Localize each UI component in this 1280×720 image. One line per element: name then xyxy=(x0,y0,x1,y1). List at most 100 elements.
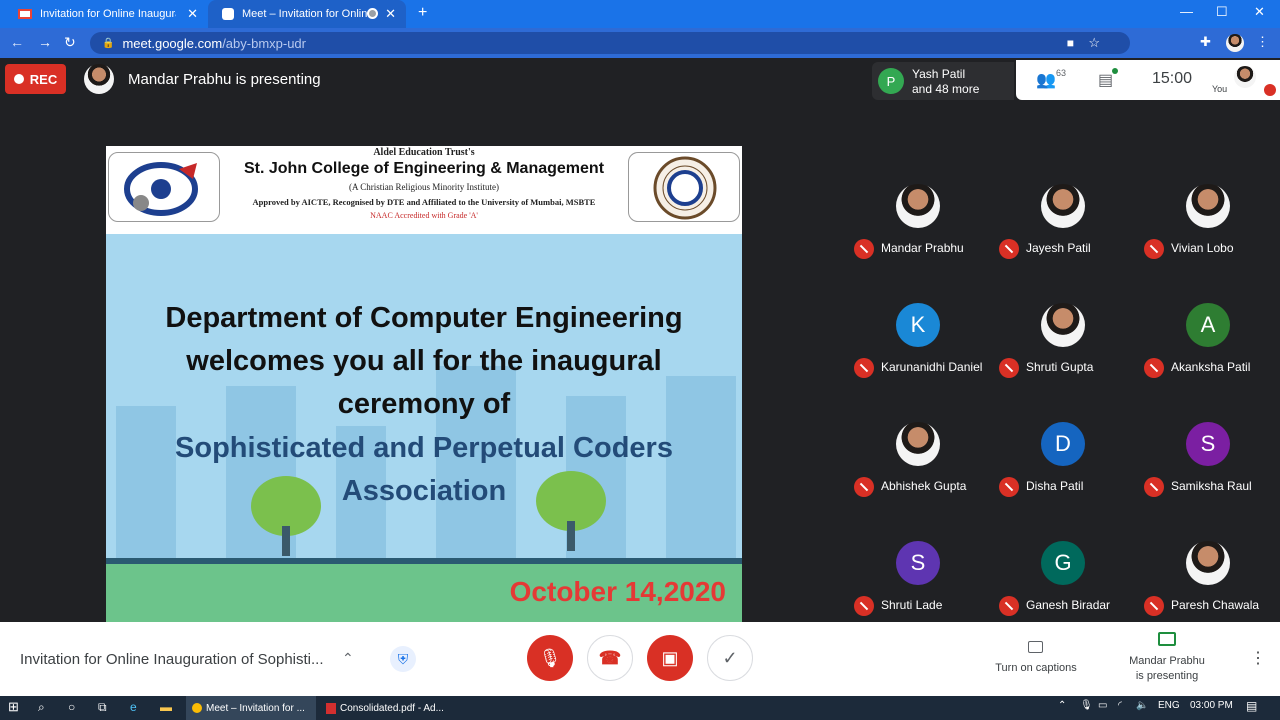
notifications-icon[interactable]: ▤ xyxy=(1246,699,1257,713)
battery-icon[interactable]: ▭ xyxy=(1098,700,1107,711)
url-bar[interactable]: 🔒 meet.google.com/aby-bmxp-udr ■ ☆ xyxy=(90,32,1130,54)
captions-icon[interactable] xyxy=(1028,641,1043,653)
maximize-icon[interactable]: ☐ xyxy=(1216,4,1228,20)
participant-tile[interactable]: K Karunanidhi Daniel xyxy=(846,265,991,384)
muted-mic-icon xyxy=(999,477,1019,497)
language-indicator[interactable]: ENG xyxy=(1158,700,1180,711)
close-tab-icon[interactable]: ✕ xyxy=(385,6,396,22)
menu-kebab-icon[interactable]: ⋮ xyxy=(1256,34,1269,50)
chat-icon[interactable]: ▤ xyxy=(1098,70,1113,90)
new-tab-icon[interactable]: + xyxy=(418,4,427,22)
wifi-icon[interactable]: ◜ xyxy=(1118,700,1122,711)
profile-avatar[interactable] xyxy=(1226,34,1244,52)
presenting-line-1[interactable]: Mandar Prabhu xyxy=(1116,655,1218,667)
slide-line-1: Department of Computer Engineering xyxy=(165,302,683,334)
you-label: You xyxy=(1212,84,1228,94)
participant-tile[interactable]: G Ganesh Biradar xyxy=(991,503,1136,622)
leave-call-button[interactable]: ☎ xyxy=(587,635,633,681)
checkmark-button[interactable]: ✓ xyxy=(707,635,753,681)
department-logo xyxy=(628,152,740,222)
presenting-line-2[interactable]: is presenting xyxy=(1116,670,1218,682)
participant-name: Ganesh Biradar xyxy=(1026,598,1111,612)
muted-mic-icon xyxy=(1144,477,1164,497)
star-icon[interactable]: ☆ xyxy=(1088,35,1100,51)
present-screen-icon[interactable] xyxy=(1158,632,1176,646)
college-name: St. John College of Engineering & Manage… xyxy=(243,160,605,177)
camera-off-button[interactable]: ▣ xyxy=(647,635,693,681)
muted-mic-icon xyxy=(999,239,1019,259)
participant-tile[interactable]: Jayesh Patil xyxy=(991,146,1136,265)
taskbar-app-label: Meet – Invitation for ... xyxy=(206,702,305,714)
tab-title: Invitation for Online Inaugural Ce xyxy=(40,8,176,20)
windows-start-icon[interactable]: ⊞ xyxy=(8,699,19,715)
volume-muted-icon[interactable]: 🔈 xyxy=(1136,700,1148,711)
cortana-icon[interactable]: ○ xyxy=(68,700,75,714)
muted-mic-icon xyxy=(854,239,874,259)
participant-avatar xyxy=(1186,541,1230,585)
address-toolbar: ← → ↻ 🔒 meet.google.com/aby-bmxp-udr ■ ☆… xyxy=(0,28,1280,58)
people-icon[interactable]: 👥 xyxy=(1036,70,1056,90)
slide-line-3: ceremony of xyxy=(337,388,511,420)
participant-avatar xyxy=(1041,303,1085,347)
more-options-icon[interactable]: ⋮ xyxy=(1250,648,1266,668)
participant-avatar: A xyxy=(1186,303,1230,347)
slide-header: Aldel Education Trust's St. John College… xyxy=(106,146,742,234)
url-path: /aby-bmxp-udr xyxy=(222,35,306,51)
close-tab-icon[interactable]: ✕ xyxy=(187,6,198,22)
edge-icon[interactable]: e xyxy=(130,700,137,714)
chevron-up-icon[interactable]: ⌃ xyxy=(342,650,354,667)
approval-note: Approved by AICTE, Recognised by DTE and… xyxy=(252,197,596,207)
muted-mic-icon xyxy=(999,358,1019,378)
gmail-icon xyxy=(18,9,32,19)
participant-tile[interactable]: Shruti Gupta xyxy=(991,265,1136,384)
mic-off-button[interactable]: 🎙 xyxy=(527,635,573,681)
back-icon[interactable]: ← xyxy=(10,34,24,50)
check-icon: ✓ xyxy=(722,647,738,668)
windows-taskbar: ⊞ ⌕ ○ ⧉ e ▬ Meet – Invitation for ... Co… xyxy=(0,696,1280,720)
participant-tile[interactable]: A Akanksha Patil xyxy=(1136,265,1280,384)
reload-icon[interactable]: ↻ xyxy=(64,34,76,51)
close-window-icon[interactable]: ✕ xyxy=(1254,4,1265,20)
participant-tile[interactable]: S Samiksha Raul xyxy=(1136,384,1280,503)
tab-meet-active[interactable]: Meet – Invitation for Online I ✕ xyxy=(208,0,406,28)
tray-chevron-icon[interactable]: ⌃ xyxy=(1058,700,1066,711)
self-avatar xyxy=(1234,66,1256,88)
taskbar-app-acrobat[interactable]: Consolidated.pdf - Ad... xyxy=(320,696,450,720)
file-explorer-icon[interactable]: ▬ xyxy=(160,700,172,714)
participant-tile[interactable]: Abhishek Gupta xyxy=(846,384,991,503)
chat-unread-dot xyxy=(1112,68,1118,74)
taskbar-app-chrome[interactable]: Meet – Invitation for ... xyxy=(186,696,316,720)
participant-tile[interactable]: D Disha Patil xyxy=(991,384,1136,503)
participant-tile[interactable]: S Shruti Lade xyxy=(846,503,991,622)
task-view-icon[interactable]: ⧉ xyxy=(98,700,107,715)
camera-icon[interactable]: ■ xyxy=(1067,36,1074,50)
others-name: Yash Patil xyxy=(912,67,966,81)
captions-button[interactable]: Turn on captions xyxy=(986,662,1086,674)
extensions-icon[interactable]: ✚ xyxy=(1200,34,1211,50)
minimize-icon[interactable]: — xyxy=(1180,4,1193,19)
participant-avatar: K xyxy=(896,303,940,347)
rec-badge: REC xyxy=(5,64,66,94)
participant-name: Karunanidhi Daniel xyxy=(881,360,983,374)
host-shield-icon[interactable]: ⛨ xyxy=(390,646,416,672)
trust-name: Aldel Education Trust's xyxy=(373,147,475,158)
others-more: and 48 more xyxy=(912,82,980,96)
pdf-icon xyxy=(326,702,336,714)
meeting-details[interactable]: Invitation for Online Inauguration of So… xyxy=(20,651,324,668)
participant-avatar xyxy=(1186,184,1230,228)
naac-note: NAAC Accredited with Grade 'A' xyxy=(370,211,478,220)
taskbar-clock[interactable]: 03:00 PM xyxy=(1190,700,1233,711)
minority-note: (A Christian Religious Minority Institut… xyxy=(349,182,499,192)
forward-icon[interactable]: → xyxy=(38,34,52,50)
search-icon[interactable]: ⌕ xyxy=(38,700,45,715)
other-participants-chip[interactable]: P Yash Patil and 48 more xyxy=(872,62,1014,100)
hangup-icon: ☎ xyxy=(598,647,622,668)
taskbar-app-label: Consolidated.pdf - Ad... xyxy=(340,702,444,714)
participant-name: Abhishek Gupta xyxy=(881,479,967,493)
participant-tile[interactable]: Paresh Chawala xyxy=(1136,503,1280,622)
tab-gmail-invitation[interactable]: Invitation for Online Inaugural Ce ✕ xyxy=(4,0,208,28)
participant-avatar: S xyxy=(896,541,940,585)
participant-tile[interactable]: Vivian Lobo xyxy=(1136,146,1280,265)
tray-mic-icon[interactable]: 🎙 xyxy=(1080,700,1093,711)
participant-tile[interactable]: Mandar Prabhu xyxy=(846,146,991,265)
